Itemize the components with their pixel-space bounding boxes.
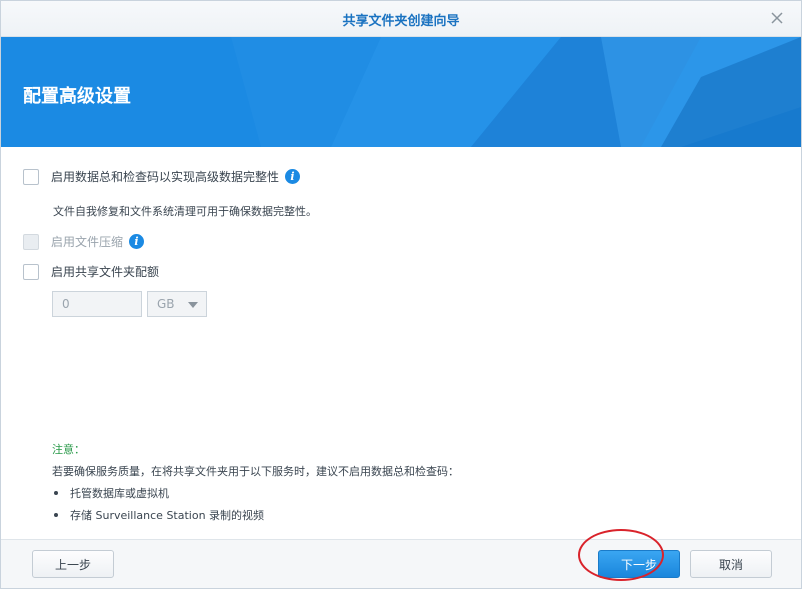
checksum-checkbox[interactable]: [23, 168, 39, 185]
next-button[interactable]: 下一步: [598, 550, 680, 578]
wizard-window: 共享文件夹创建向导 配置高级设置 启用数据总和检查码以实现高级数据完整性 i 文…: [0, 0, 802, 589]
quota-size-input[interactable]: 0: [52, 291, 142, 317]
checksum-option: 启用数据总和检查码以实现高级数据完整性 i: [23, 168, 301, 185]
header-banner: 配置高级设置: [1, 37, 801, 147]
page-heading: 配置高级设置: [23, 86, 131, 107]
note-text: 若要确保服务质量，在将共享文件夹用于以下服务时，建议不启用数据总和检查码：: [52, 465, 459, 478]
cancel-button[interactable]: 取消: [690, 550, 772, 578]
list-item: 托管数据库或虚拟机: [52, 485, 772, 501]
chevron-down-icon: [188, 302, 198, 308]
list-item: 存储 Surveillance Station 录制的视频: [52, 507, 772, 523]
compression-checkbox[interactable]: [23, 233, 39, 250]
title-bar: 共享文件夹创建向导: [1, 1, 801, 37]
quota-unit-value: GB: [157, 297, 175, 311]
back-button[interactable]: 上一步: [32, 550, 114, 578]
window-title: 共享文件夹创建向导: [342, 14, 460, 29]
checksum-label[interactable]: 启用数据总和检查码以实现高级数据完整性: [51, 168, 279, 185]
note-title: 注意：: [52, 443, 85, 456]
compression-label: 启用文件压缩: [51, 235, 124, 249]
note-section: 注意： 若要确保服务质量，在将共享文件夹用于以下服务时，建议不启用数据总和检查码…: [52, 441, 772, 529]
quota-unit-select[interactable]: GB: [147, 291, 207, 317]
quota-label[interactable]: 启用共享文件夹配额: [51, 263, 159, 280]
close-icon[interactable]: [767, 8, 787, 28]
note-list: 托管数据库或虚拟机 存储 Surveillance Station 录制的视频: [52, 485, 772, 523]
quota-checkbox[interactable]: [23, 263, 39, 280]
info-icon[interactable]: i: [285, 169, 301, 184]
wizard-footer: 上一步 下一步 取消: [1, 539, 801, 588]
info-icon[interactable]: i: [129, 234, 145, 249]
checksum-description: 文件自我修复和文件系统清理可用于确保数据完整性。: [53, 205, 317, 218]
quota-option: 启用共享文件夹配额: [23, 263, 159, 280]
compression-option: 启用文件压缩 i: [23, 233, 145, 250]
